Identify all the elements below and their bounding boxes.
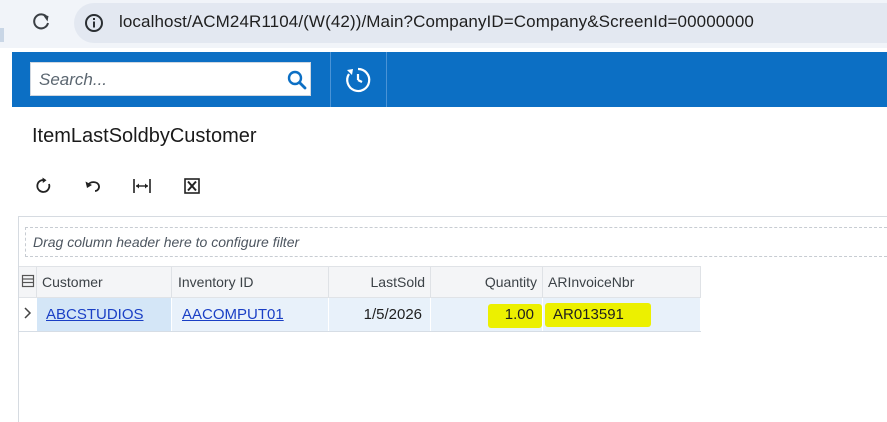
columns-config-icon [21, 274, 35, 288]
customer-link[interactable]: ABCSTUDIOS [46, 306, 144, 323]
reload-icon[interactable] [30, 11, 52, 33]
cell-last-sold: 1/5/2026 [329, 298, 431, 331]
fit-columns-icon[interactable] [130, 174, 154, 198]
undo-icon[interactable] [81, 174, 105, 198]
site-info-icon[interactable] [84, 13, 104, 33]
refresh-icon[interactable] [32, 174, 56, 198]
search-icon[interactable] [286, 69, 308, 91]
row-selector-header[interactable] [19, 267, 37, 297]
cell-inventory-id[interactable]: AACOMPUT01 [172, 298, 329, 331]
row-expander[interactable] [19, 298, 37, 331]
column-header-quantity[interactable]: Quantity [431, 267, 543, 297]
clock-icon[interactable] [344, 66, 372, 94]
filter-dropzone[interactable]: Drag column header here to configure fil… [25, 227, 887, 257]
column-header-last-sold[interactable]: LastSold [329, 267, 431, 297]
table-row[interactable]: ABCSTUDIOS AACOMPUT01 1/5/2026 1.00 AR01… [19, 298, 701, 332]
cell-customer[interactable]: ABCSTUDIOS [37, 298, 172, 331]
column-header-customer[interactable]: Customer [37, 267, 172, 297]
inventory-id-link[interactable]: AACOMPUT01 [182, 306, 284, 323]
page-title: ItemLastSoldbyCustomer [32, 125, 257, 147]
column-header-ar-invoice-nbr[interactable]: ARInvoiceNbr [543, 267, 701, 297]
header-divider [330, 52, 331, 107]
export-excel-icon[interactable] [180, 174, 204, 198]
cell-ar-invoice-nbr: AR013591 [543, 298, 701, 331]
search-input[interactable] [39, 69, 279, 91]
search-box[interactable] [30, 62, 311, 96]
url-text[interactable]: localhost/ACM24R1104/(W(42))/Main?Compan… [119, 12, 754, 32]
cell-quantity: 1.00 [431, 298, 543, 331]
filter-hint: Drag column header here to configure fil… [33, 234, 300, 250]
header-divider [386, 52, 387, 107]
tab-edge [0, 28, 4, 42]
chevron-right-icon [24, 307, 32, 319]
grid-header: Customer Inventory ID LastSold Quantity … [19, 266, 701, 298]
column-header-inventory-id[interactable]: Inventory ID [172, 267, 329, 297]
